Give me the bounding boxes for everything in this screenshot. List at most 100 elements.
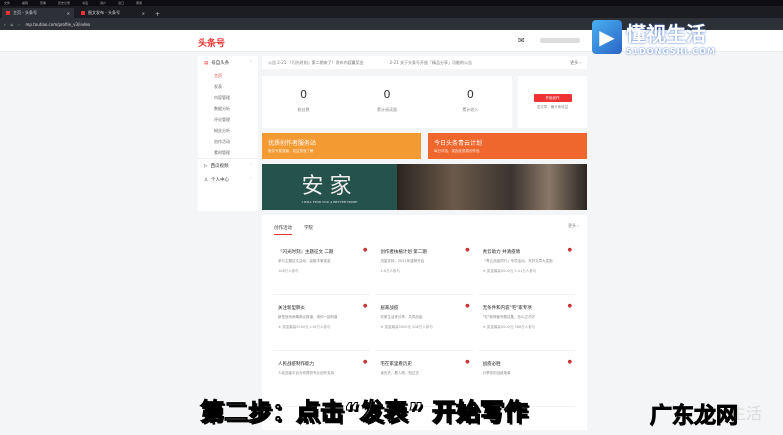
logo-text: 懂视生活: [626, 22, 706, 46]
url-input[interactable]: mp.toutiao.com/profile_v3/index: [26, 22, 91, 27]
sidebar: ▤ 号自头条 ˄ 主页 发表 内容管理 数据分析 评论管理 粉丝分析 创作活动 素材…: [198, 56, 258, 211]
card-desc: 新型冠状病毒肺炎报道，请你一起科普: [278, 315, 338, 319]
card-title: 战疫必胜: [482, 362, 501, 367]
hot-dot-icon: ●: [465, 359, 470, 365]
hot-dot-icon: ●: [465, 303, 470, 309]
notice-link[interactable]: 公告 2-21 『闪光时刻』第二期来了！发布内容赢奖金: [268, 60, 364, 66]
menu-item[interactable]: 查看: [40, 1, 46, 5]
notice-bar: 公告 2-21 『闪光时刻』第二期来了！发布内容赢奖金 2-21 关于头条号开放…: [262, 56, 587, 69]
hot-dot-icon: ●: [362, 303, 368, 309]
stat-reads: 0 累计阅读量: [345, 76, 428, 128]
menu-item[interactable]: 编辑: [22, 1, 28, 5]
stat-value: 0: [466, 88, 474, 101]
sidebar-item-comments[interactable]: 评论管理: [198, 114, 258, 125]
sidebar-group-xigua[interactable]: ▷ 西瓜视频 ˅: [198, 159, 258, 173]
sidebar-item-home[interactable]: 主页: [198, 70, 258, 81]
forward-icon[interactable]: ›: [4, 22, 6, 27]
sidebar-item-fans[interactable]: 粉丝分析: [198, 125, 258, 136]
play-logo-icon: ▶: [592, 20, 622, 54]
hot-dot-icon: ●: [465, 247, 470, 253]
card-desc: "宅"家神兽专题征集，怎么过才好: [482, 315, 535, 319]
close-icon[interactable]: ×: [142, 11, 145, 16]
video-subtitle: 第二步：点击“发表” 开始写作: [200, 398, 529, 427]
sidebar-group-profile[interactable]: ♙ 个人中心 ˅: [198, 173, 258, 187]
activity-card[interactable]: ● 创作者扶植计划 第二期 流量扶持，2021年重磅开启 4.8万人参与: [376, 245, 473, 295]
sidebar-item-activities[interactable]: 创作活动: [198, 136, 258, 147]
card-desc: 「青云战疫同行」专项活动，写好文章大奖励: [482, 259, 553, 263]
sidebar-item-publish[interactable]: 发表: [198, 81, 258, 92]
favicon-icon: [6, 11, 10, 15]
menu-item[interactable]: 文件: [4, 1, 10, 5]
tab-academy[interactable]: 学院: [304, 225, 313, 235]
publish-hint: 发文章，赚头条收益: [536, 105, 569, 109]
activity-card[interactable]: ● 无条件和内容"宅"家专项 "宅"家神兽专题征集，怎么过才好 ★ 奖金最高5000元…: [478, 301, 575, 351]
hot-dot-icon: ●: [567, 247, 572, 253]
banner-subtitle: 服务专属通道，权益快速了解: [268, 149, 314, 153]
menu-item[interactable]: 帮助: [136, 1, 142, 5]
qingyun-plan-banner[interactable]: 今日头条青云计划 每日评选，奖励优质原创作品: [428, 133, 587, 159]
card-meta: ★ 奖金最高5000元 118万人参与: [278, 325, 331, 329]
card-desc: 读历史，看人物，知过去: [380, 371, 419, 375]
card-title: 青云助力 共清疫情: [482, 250, 521, 255]
close-icon[interactable]: ×: [67, 11, 70, 16]
card-title: 『闪光时刻』主题征文 二期: [278, 250, 334, 255]
menu-item[interactable]: 用户: [100, 1, 106, 5]
tab-label: 主页 - 头条号: [13, 10, 37, 15]
chevron-down-icon: ˅: [249, 163, 252, 169]
sidebar-item-materials[interactable]: 素材管理: [198, 147, 258, 158]
notice-link[interactable]: 2-21 关于头条号开放「精品分享」功能的公告: [390, 60, 472, 66]
sidebar-group-toutiao[interactable]: ▤ 号自头条 ˄: [198, 56, 258, 70]
card-title: 人民战疫制作能力: [278, 362, 314, 367]
activities-more-link[interactable]: 更多 ›: [568, 223, 579, 229]
stat-value: 0: [300, 88, 308, 101]
user-avatar[interactable]: [540, 38, 580, 43]
browser-tab[interactable]: 图文发布 - 头条号 ×: [77, 8, 149, 18]
card-desc: 分享你的战疫故事: [482, 371, 511, 375]
activity-card[interactable]: ● 居家战疫 宅家生活来分享，共同战疫 ★ 奖金最高5000元 308万人参与: [376, 301, 473, 351]
banner-subtitle: 每日评选，奖励优质原创作品: [434, 149, 480, 153]
sidebar-item-content[interactable]: 内容管理: [198, 92, 258, 103]
card-desc: 流量扶持，2021年重磅开启: [380, 259, 425, 263]
card-meta: 108万人参与: [278, 269, 299, 273]
card-title: 无条件和内容"宅"家专项: [482, 306, 532, 311]
creator-service-banner[interactable]: 优质创作者服务站 服务专属通道，权益快速了解: [262, 133, 421, 159]
card-desc: 参与主题征文活动，赢取丰厚奖金: [278, 259, 331, 263]
sidebar-item-analytics[interactable]: 数据分析: [198, 103, 258, 114]
brand-logo[interactable]: 头条号: [198, 36, 225, 49]
article-icon: ▤: [204, 60, 209, 66]
start-creating-button[interactable]: 开始创作: [533, 94, 572, 102]
menu-item[interactable]: 书签: [82, 1, 88, 5]
stat-income: 0 累计收入: [429, 76, 512, 128]
menu-item[interactable]: 窗口: [118, 1, 124, 5]
activity-card[interactable]: ● 『闪光时刻』主题征文 二期 参与主题征文活动，赢取丰厚奖金 108万人参与: [274, 245, 371, 295]
card-desc: 人民战疫平台为你提供专业创作支持: [278, 371, 334, 375]
hero-subtitle: I WILL FIND YOU A BETTER HOME: [301, 200, 358, 204]
group-label: 西瓜视频: [210, 164, 229, 169]
hero-title: 安家: [301, 174, 358, 199]
stat-label: 粉丝数: [297, 107, 310, 112]
hot-dot-icon: ●: [567, 303, 572, 309]
stat-value: 0: [383, 88, 391, 101]
menu-item[interactable]: 历史记录: [58, 1, 70, 5]
card-title: 宅在家里看历史: [380, 362, 412, 367]
browser-tab[interactable]: 主页 - 头条号 ×: [2, 8, 74, 18]
hero-cast-image: [397, 164, 587, 210]
activity-card[interactable]: ● 关注新型肺炎 新型冠状病毒肺炎报道，请你一起科普 ★ 奖金最高5000元 118万…: [274, 301, 371, 351]
logo-domain: 51DONGSHI.COM: [626, 47, 716, 56]
hero-banner[interactable]: 安家 I WILL FIND YOU A BETTER HOME: [262, 164, 587, 210]
notice-more-link[interactable]: 更多 ›: [570, 60, 581, 66]
stats-panel: 0 粉丝数 0 累计阅读量 0 累计收入: [262, 76, 512, 128]
home-icon[interactable]: ⌂: [11, 22, 14, 27]
activity-card[interactable]: ● 青云助力 共清疫情 「青云战疫同行」专项活动，写好文章大奖励 ★ 奖金最高5000…: [478, 245, 575, 295]
card-meta: 4.8万人参与: [380, 269, 400, 273]
card-desc: 宅家生活来分享，共同战疫: [380, 315, 423, 319]
banner-title: 今日头条青云计划: [434, 140, 483, 147]
tab-creative-activities[interactable]: 创作活动: [274, 225, 292, 235]
new-tab-icon[interactable]: +: [152, 11, 163, 18]
hot-dot-icon: ●: [362, 247, 368, 253]
hot-dot-icon: ●: [362, 359, 368, 365]
mail-icon[interactable]: ✉: [518, 36, 525, 45]
banner-title: 优质创作者服务站: [268, 140, 317, 147]
card-meta: ★ 奖金最高5000元 308万人参与: [380, 325, 433, 329]
stat-label: 累计收入: [462, 107, 479, 112]
